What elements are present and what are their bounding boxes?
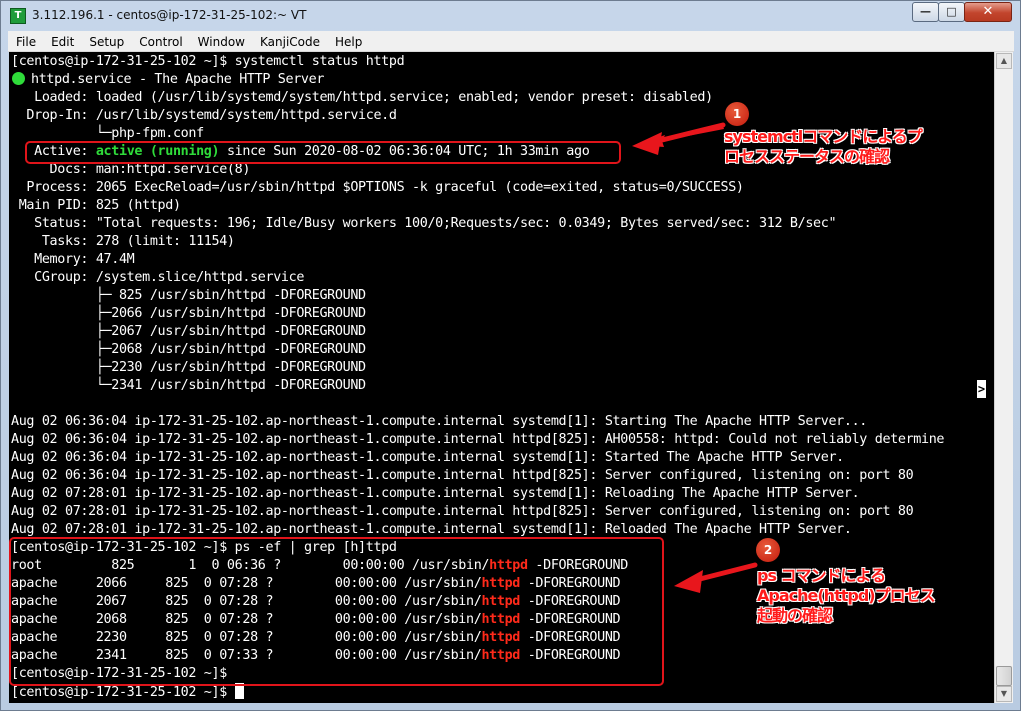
callout-2-arrow-head xyxy=(674,570,703,593)
callout-1-number-badge: 1 xyxy=(725,102,749,126)
callout-2-line: ps コマンドによる xyxy=(757,566,886,585)
callout-1-arrow-head xyxy=(632,132,662,155)
callout-1-line: ロセスステータスの確認 xyxy=(724,147,890,166)
callout-1-text: systemctlコマンドによるプ ロセスステータスの確認 xyxy=(724,127,923,167)
callout-2-line: 起動の確認 xyxy=(757,606,833,625)
callout-2-text: ps コマンドによる Apache(httpd)プロセス 起動の確認 xyxy=(757,566,936,626)
callout-1-line: systemctlコマンドによるプ xyxy=(724,127,923,146)
callout-2-number-badge: 2 xyxy=(756,538,780,562)
callout-2-line: Apache(httpd)プロセス xyxy=(757,586,936,605)
